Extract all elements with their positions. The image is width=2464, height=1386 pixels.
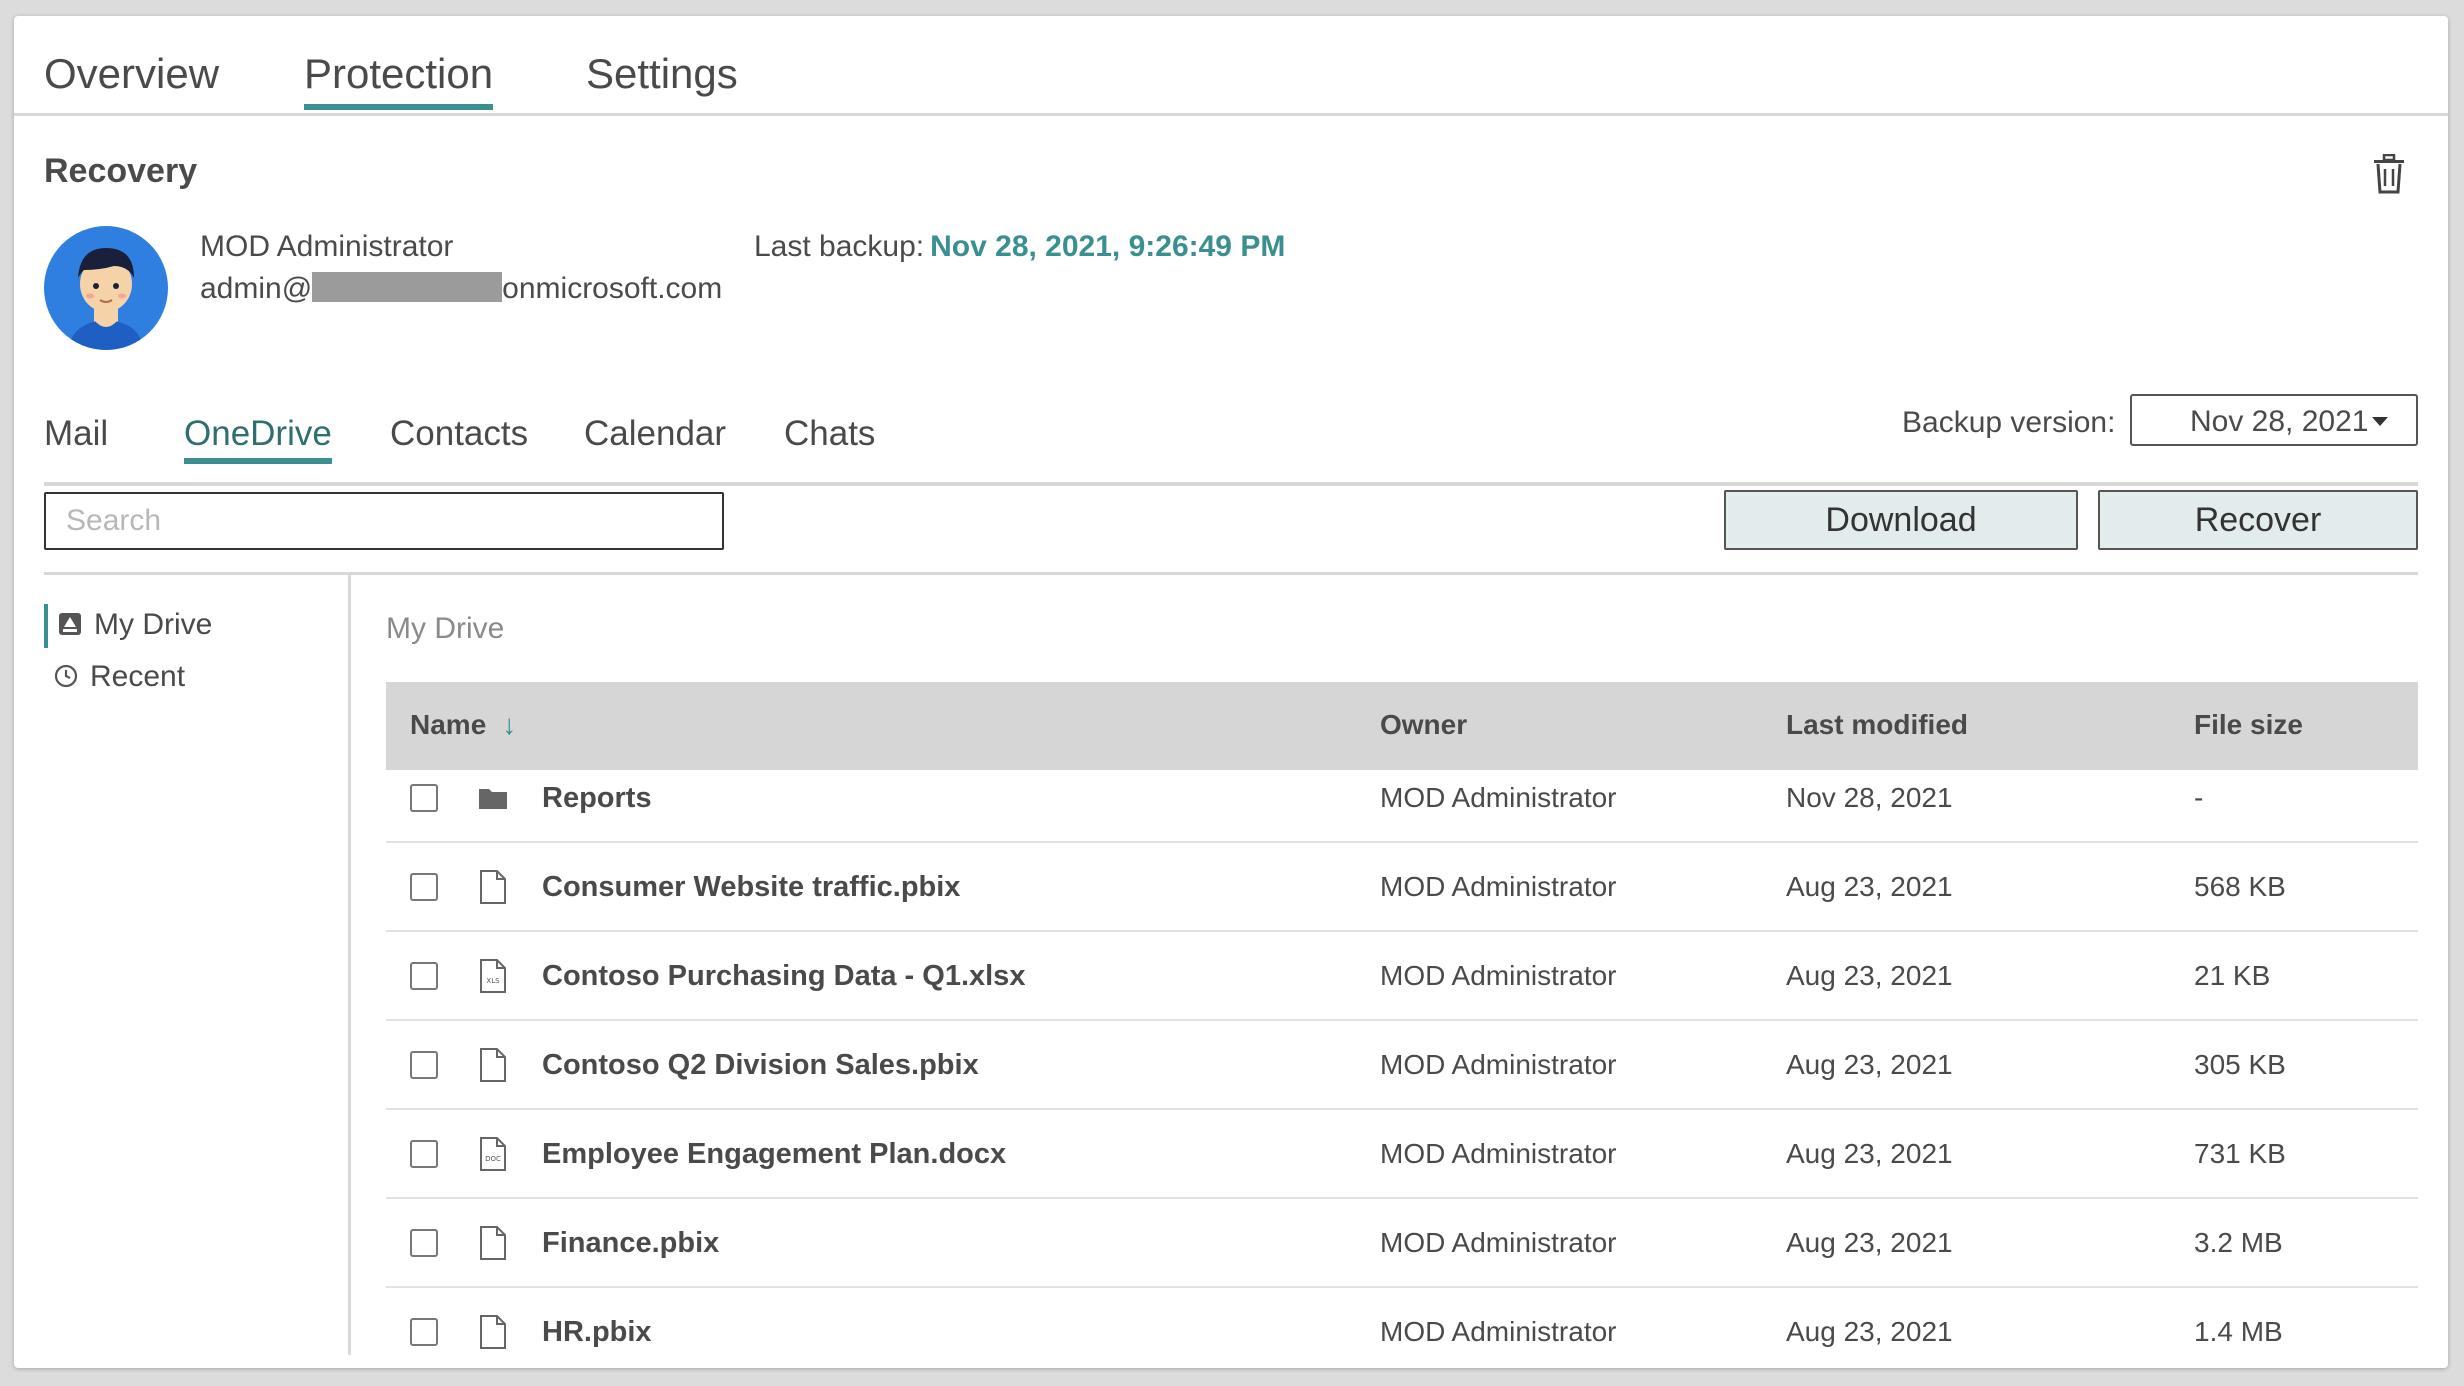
backup-version-label: Backup version: (1902, 406, 2116, 439)
recover-button[interactable]: Recover (2098, 490, 2418, 550)
file-name[interactable]: Employee Engagement Plan.docx (542, 1138, 1006, 1171)
column-header-last-modified[interactable]: Last modified (1786, 709, 1968, 741)
file-modified: Aug 23, 2021 (1786, 871, 1953, 902)
file-icon (478, 1315, 508, 1349)
file-icon (478, 1048, 508, 1082)
sidebar-item-my-drive[interactable]: My Drive (44, 604, 328, 648)
file-owner: MOD Administrator (1380, 960, 1617, 991)
backup-version-select[interactable]: Nov 28, 2021 (2130, 394, 2418, 446)
file-owner: MOD Administrator (1380, 1316, 1617, 1347)
file-owner: MOD Administrator (1380, 1049, 1617, 1080)
folder-icon (478, 781, 508, 815)
file-size: 21 KB (2194, 960, 2271, 991)
table-row[interactable]: HR.pbix MOD Administrator Aug 23, 2021 1.4 … (386, 1288, 2418, 1354)
table-row[interactable]: Reports MOD Administrator Nov 28, 2021 - (386, 770, 2418, 843)
file-size: 305 KB (2194, 1049, 2286, 1080)
divider (44, 572, 2418, 575)
table-row[interactable]: Consumer Website traffic.pbix MOD Adminis… (386, 843, 2418, 932)
file-name[interactable]: Consumer Website traffic.pbix (542, 871, 960, 904)
tab-chats[interactable]: Chats (784, 414, 875, 462)
file-modified: Aug 23, 2021 (1786, 1049, 1953, 1080)
file-modified: Aug 23, 2021 (1786, 1138, 1953, 1169)
file-size: 731 KB (2194, 1138, 2286, 1169)
recovery-panel: Overview Protection Settings Recovery MO… (14, 16, 2448, 1368)
tab-protection[interactable]: Protection (304, 50, 494, 110)
file-name[interactable]: Contoso Purchasing Data - Q1.xlsx (542, 960, 1025, 993)
breadcrumb: My Drive (386, 612, 505, 645)
file-modified: Nov 28, 2021 (1786, 782, 1953, 813)
file-icon (478, 870, 508, 904)
file-name[interactable]: HR.pbix (542, 1316, 652, 1349)
row-checkbox[interactable] (410, 1140, 438, 1168)
redacted-block (312, 272, 503, 302)
drive-icon (59, 613, 81, 635)
sidebar-item-label: Recent (90, 660, 186, 693)
last-backup: Last backup: Nov 28, 2021, 9:26:49 PM (754, 230, 1285, 264)
last-backup-value: Nov 28, 2021, 9:26:49 PM (930, 230, 1286, 263)
file-name[interactable]: Finance.pbix (542, 1227, 719, 1260)
arrow-down-icon[interactable]: ↓ (502, 709, 516, 741)
file-name[interactable]: Contoso Q2 Division Sales.pbix (542, 1049, 979, 1082)
download-button[interactable]: Download (1724, 490, 2078, 550)
file-name[interactable]: Reports (542, 782, 652, 815)
backup-version-value: Nov 28, 2021 (2190, 405, 2369, 438)
doc-file-icon: DOC (478, 1137, 508, 1171)
clock-icon (54, 664, 78, 688)
tab-mail[interactable]: Mail (44, 414, 108, 462)
sidebar-divider (348, 575, 351, 1355)
column-header-name[interactable]: Name ↓ (410, 709, 516, 741)
file-size: - (2194, 782, 2204, 813)
email-prefix: admin@ (200, 272, 313, 305)
row-checkbox[interactable] (410, 784, 438, 812)
file-owner: MOD Administrator (1380, 871, 1617, 902)
row-checkbox[interactable] (410, 1318, 438, 1346)
column-header-owner[interactable]: Owner (1380, 709, 1467, 741)
section-title: Recovery (44, 152, 198, 190)
sidebar-item-recent[interactable]: Recent (44, 656, 324, 700)
row-checkbox[interactable] (410, 873, 438, 901)
table-header: Name ↓ Owner Last modified File size (386, 682, 2418, 770)
file-modified: Aug 23, 2021 (1786, 1227, 1953, 1258)
file-size: 1.4 MB (2194, 1316, 2283, 1347)
file-modified: Aug 23, 2021 (1786, 1316, 1953, 1347)
file-list: Reports MOD Administrator Nov 28, 2021 - Con… (386, 770, 2418, 1354)
file-size: 3.2 MB (2194, 1227, 2283, 1258)
file-owner: MOD Administrator (1380, 782, 1617, 813)
row-checkbox[interactable] (410, 1051, 438, 1079)
file-icon (478, 1226, 508, 1260)
user-email: admin@ onmicrosoft.com (200, 272, 722, 306)
trash-icon[interactable] (2372, 154, 2406, 194)
tab-onedrive[interactable]: OneDrive (184, 414, 332, 464)
file-size: 568 KB (2194, 871, 2286, 902)
user-name: MOD Administrator (200, 230, 454, 263)
svg-text:XLS: XLS (486, 977, 500, 985)
row-checkbox[interactable] (410, 1229, 438, 1257)
table-row[interactable]: DOC Employee Engagement Plan.docx MOD Admi… (386, 1110, 2418, 1199)
file-owner: MOD Administrator (1380, 1138, 1617, 1169)
sidebar-item-label: My Drive (94, 608, 213, 641)
table-row[interactable]: Contoso Q2 Division Sales.pbix MOD Admini… (386, 1021, 2418, 1110)
tab-calendar[interactable]: Calendar (584, 414, 726, 462)
tab-overview[interactable]: Overview (44, 50, 219, 106)
search-input[interactable] (44, 492, 724, 550)
tab-contacts[interactable]: Contacts (390, 414, 528, 462)
top-tab-bar: Overview Protection Settings (14, 16, 2448, 116)
file-modified: Aug 23, 2021 (1786, 960, 1953, 991)
xls-file-icon: XLS (478, 959, 508, 993)
table-row[interactable]: XLS Contoso Purchasing Data - Q1.xlsx MOD … (386, 932, 2418, 1021)
table-row[interactable]: Finance.pbix MOD Administrator Aug 23, 202… (386, 1199, 2418, 1288)
tab-settings[interactable]: Settings (586, 50, 738, 106)
email-suffix: onmicrosoft.com (502, 272, 723, 305)
file-owner: MOD Administrator (1380, 1227, 1617, 1258)
column-header-file-size[interactable]: File size (2194, 709, 2303, 741)
row-checkbox[interactable] (410, 962, 438, 990)
chevron-down-icon (2372, 417, 2388, 426)
svg-text:DOC: DOC (485, 1155, 501, 1163)
last-backup-label: Last backup: (754, 230, 925, 263)
avatar (44, 226, 168, 350)
